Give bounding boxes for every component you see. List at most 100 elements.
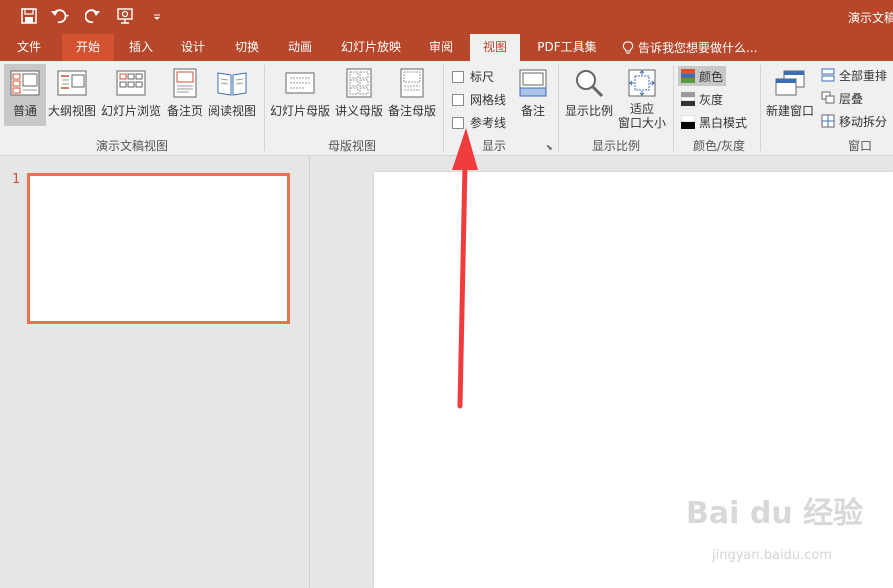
cascade-label: 层叠: [839, 91, 864, 106]
new-window-button[interactable]: 新建窗口: [764, 64, 816, 126]
title-bar: 演示文稿1: [0, 0, 893, 34]
redo-icon[interactable]: [82, 5, 104, 27]
document-title: 演示文稿1: [848, 11, 893, 25]
color-swatch-icon: [681, 69, 695, 83]
guides-label: 参考线: [470, 116, 507, 130]
tab-view[interactable]: 视图: [470, 34, 520, 61]
presentation-views-group-label: 演示文稿视图: [95, 139, 168, 153]
handout-master-label: 讲义母版: [334, 104, 383, 118]
group-divider: [760, 65, 761, 151]
black-white-button[interactable]: 黑白模式: [678, 112, 750, 132]
master-views-group-label: 母版视图: [327, 139, 376, 153]
gridlines-checkbox[interactable]: 网格线: [452, 91, 506, 108]
grayscale-label: 灰度: [699, 92, 724, 107]
checkbox-box: [452, 116, 464, 129]
magnifier-icon: [576, 70, 604, 98]
handout-master-button[interactable]: 讲义母版: [334, 64, 384, 126]
ribbon-view: 普通 大纲视图 幻灯片浏览 备注页 阅读视图 演示文稿视图 幻灯片母版 讲义母版…: [0, 61, 893, 156]
slide-master-button[interactable]: 幻灯片母版: [268, 64, 332, 126]
slide-sorter-button[interactable]: 幻灯片浏览: [100, 64, 162, 126]
checkbox-box: [452, 70, 464, 83]
notes-page-label: 备注页: [166, 104, 203, 118]
move-split-icon: [821, 114, 835, 128]
tab-transitions[interactable]: 切换: [224, 34, 270, 61]
notes-master-label: 备注母版: [387, 104, 436, 118]
watermark-url: jingyan.baidu.com: [712, 548, 832, 563]
reading-view-label: 阅读视图: [207, 104, 256, 118]
grayscale-button[interactable]: 灰度: [678, 89, 726, 109]
outline-view-icon: [57, 70, 87, 96]
notes-icon: [519, 69, 547, 97]
notes-master-icon: [400, 68, 424, 98]
save-icon[interactable]: [18, 5, 40, 27]
slide-thumbnail[interactable]: [27, 173, 290, 324]
tab-design[interactable]: 设计: [170, 34, 216, 61]
zoom-label: 显示比例: [564, 104, 613, 118]
guides-checkbox[interactable]: 参考线: [452, 114, 506, 131]
tab-file[interactable]: 文件: [6, 34, 52, 61]
slide-sorter-icon: [116, 70, 146, 96]
outline-view-button[interactable]: 大纲视图: [47, 64, 97, 126]
fit-label-line1: 适应: [629, 102, 654, 116]
cascade-icon: [821, 91, 835, 104]
arrange-all-label: 全部重排: [839, 68, 888, 83]
tab-slideshow[interactable]: 幻灯片放映: [334, 34, 408, 61]
checkbox-box: [452, 93, 464, 106]
normal-view-icon: [10, 70, 40, 96]
move-split-button[interactable]: 移动拆分: [818, 111, 890, 131]
present-from-start-icon[interactable]: [114, 5, 136, 27]
ribbon-tabs: 文件 开始 插入 设计 切换 动画 幻灯片放映 审阅 视图 PDF工具集 告诉我…: [0, 34, 893, 61]
zoom-button[interactable]: 显示比例: [562, 64, 616, 126]
color-label: 颜色: [699, 69, 724, 84]
fit-window-icon: [628, 69, 656, 97]
watermark-logo: Bai du 经验: [686, 496, 864, 531]
black-white-label: 黑白模式: [699, 115, 748, 130]
normal-view-label: 普通: [12, 104, 37, 118]
notes-label: 备注: [520, 104, 545, 118]
customize-qat-icon[interactable]: [146, 5, 168, 27]
quick-access-toolbar: [18, 5, 168, 27]
group-divider: [558, 65, 559, 151]
slide-thumbnails-pane[interactable]: 1: [0, 156, 310, 588]
fit-label-line2: 窗口大小: [617, 116, 666, 130]
notes-page-icon: [173, 68, 197, 98]
color-group-label: 颜色/灰度: [692, 139, 746, 153]
tab-home[interactable]: 开始: [62, 34, 114, 61]
show-group-label: 显示: [481, 139, 506, 153]
slide-number: 1: [12, 172, 21, 187]
tab-pdf-tools[interactable]: PDF工具集: [530, 34, 604, 61]
reading-view-button[interactable]: 阅读视图: [207, 64, 257, 126]
new-window-label: 新建窗口: [765, 104, 814, 118]
notes-master-button[interactable]: 备注母版: [386, 64, 438, 126]
window-group-label: 窗口: [847, 139, 872, 153]
cascade-button[interactable]: 层叠: [818, 88, 866, 108]
group-divider: [673, 65, 674, 151]
group-divider: [443, 65, 444, 151]
notes-page-button[interactable]: 备注页: [165, 64, 205, 126]
arrange-all-button[interactable]: 全部重排: [818, 65, 890, 85]
arrange-all-icon: [821, 68, 835, 82]
fit-to-window-button[interactable]: 适应 窗口大小: [616, 64, 668, 136]
notes-button[interactable]: 备注: [514, 64, 552, 126]
tab-animations[interactable]: 动画: [277, 34, 323, 61]
undo-icon[interactable]: [50, 5, 72, 27]
normal-view-button[interactable]: 普通: [4, 64, 46, 126]
slide-master-label: 幻灯片母版: [269, 104, 330, 118]
tab-review[interactable]: 审阅: [418, 34, 464, 61]
tab-insert[interactable]: 插入: [118, 34, 164, 61]
zoom-group-label: 显示比例: [591, 139, 640, 153]
group-divider: [264, 65, 265, 151]
reading-view-icon: [217, 72, 247, 96]
ruler-label: 标尺: [470, 70, 495, 84]
tell-me-box[interactable]: 告诉我您想要做什么...: [622, 34, 757, 61]
color-button[interactable]: 颜色: [678, 66, 727, 86]
dialog-launcher-icon[interactable]: ⬊: [546, 143, 553, 152]
slide-sorter-label: 幻灯片浏览: [100, 104, 161, 118]
grayscale-swatch-icon: [681, 92, 695, 106]
tell-me-placeholder: 告诉我您想要做什么...: [638, 40, 758, 55]
ruler-checkbox[interactable]: 标尺: [452, 68, 494, 85]
handout-master-icon: [346, 68, 372, 98]
slide-master-icon: [285, 72, 315, 94]
black-white-swatch-icon: [681, 115, 695, 129]
gridlines-label: 网格线: [470, 93, 507, 107]
